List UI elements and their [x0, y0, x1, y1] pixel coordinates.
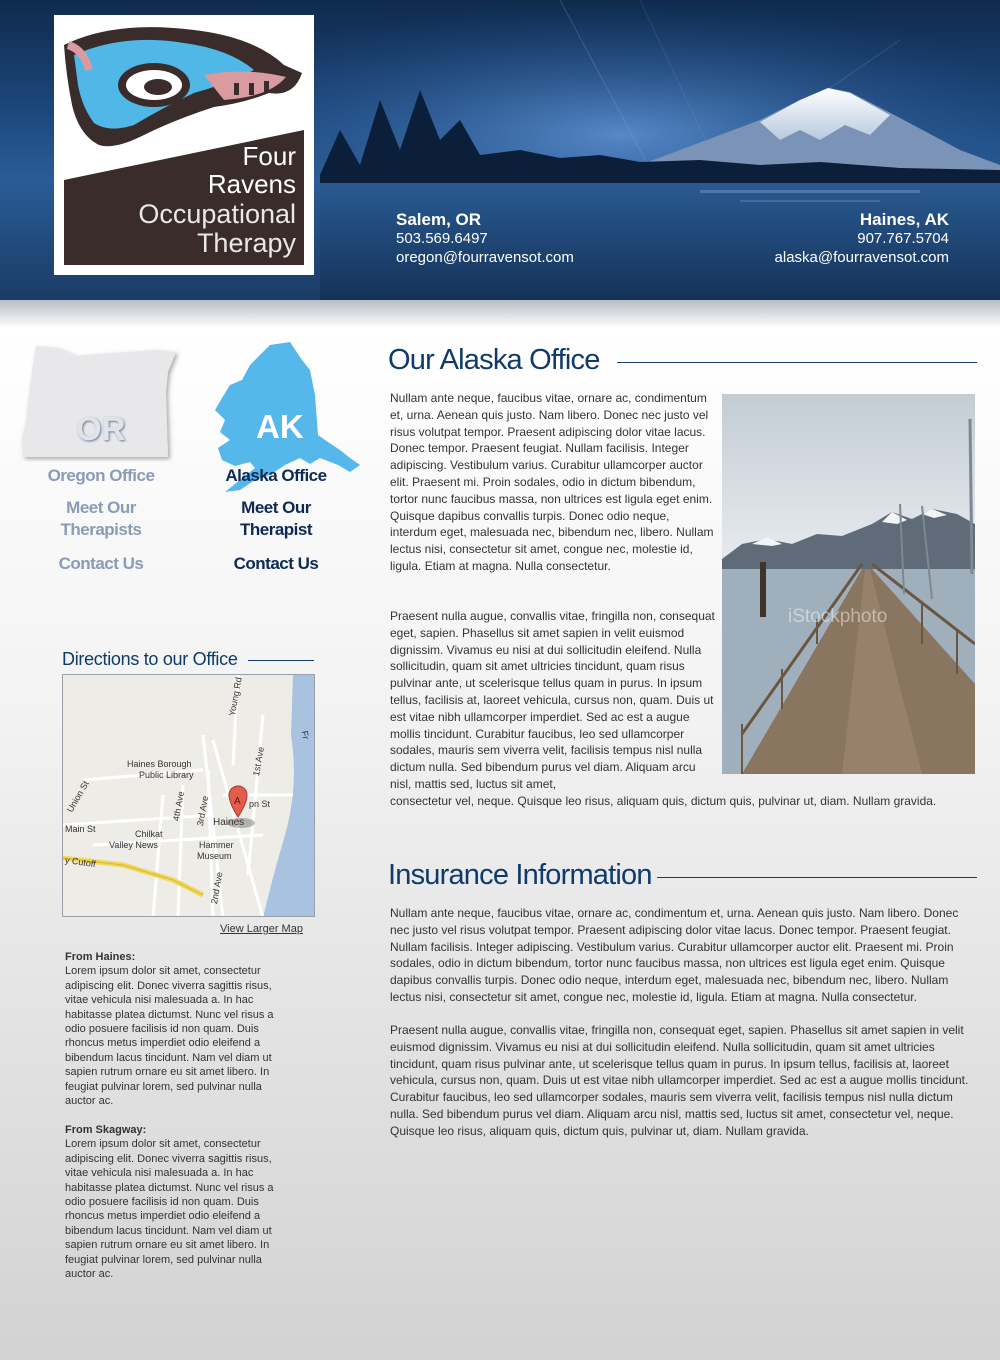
oregon-email[interactable]: oregon@fourravensot.com: [396, 248, 574, 267]
header-shadow: [0, 300, 1000, 328]
map-label-valley-news: Valley News: [109, 840, 158, 850]
alaska-office-heading: Our Alaska Office: [388, 344, 600, 376]
oregon-meet-line2: Therapists: [60, 520, 142, 539]
from-haines-directions: From Haines: Lorem ipsum dolor sit amet,…: [65, 950, 295, 1108]
alaska-office-para1: Nullam ante neque, faucibus vitae, ornar…: [390, 391, 714, 573]
map-label-main-st: Main St: [65, 824, 96, 834]
alaska-state-label: AK: [256, 408, 304, 445]
oregon-contact-info: Salem, OR 503.569.6497 oregon@fourravens…: [396, 210, 574, 267]
alaska-city: Haines, AK: [859, 210, 949, 229]
alaska-meet-line1: Meet Our: [241, 498, 311, 517]
logo-line-four: Four: [242, 141, 296, 171]
map-label-haines-borough: Haines Borough: [127, 759, 192, 769]
oregon-contact-link[interactable]: Contact Us: [30, 553, 172, 575]
oregon-office-link[interactable]: Oregon Office: [30, 465, 172, 487]
map-streets: [63, 675, 314, 916]
oregon-meet-therapists-link[interactable]: Meet Our Therapists: [30, 497, 172, 541]
oregon-state-label: OR: [76, 410, 126, 447]
from-skagway-title: From Skagway:: [65, 1124, 147, 1136]
alaska-meet-therapist-link[interactable]: Meet Our Therapist: [205, 497, 347, 541]
oregon-phone: 503.569.6497: [396, 230, 488, 247]
insurance-para1: Nullam ante neque, faucibus vitae, ornar…: [390, 906, 959, 1004]
alaska-phone: 907.767.5704: [857, 230, 949, 247]
from-haines-title: From Haines:: [65, 951, 136, 963]
logo-line-ravens: Ravens: [207, 169, 296, 199]
directions-heading: Directions to our Office: [62, 649, 238, 669]
alaska-office-heading-rule: [617, 362, 977, 363]
insurance-heading-rule: [657, 877, 977, 878]
alaska-contact-info: Haines, AK 907.767.5704 alaska@fourraven…: [775, 210, 949, 267]
alaska-office-para2-tail: consectetur vel, neque. Quisque leo risu…: [390, 794, 937, 808]
oregon-city: Salem, OR: [396, 210, 482, 229]
view-larger-map-link[interactable]: View Larger Map: [220, 923, 303, 935]
map-marker-letter: A: [234, 796, 241, 807]
directions-heading-rule: [248, 660, 314, 661]
map-label-public-library: Public Library: [139, 770, 194, 780]
map-label-museum: Museum: [197, 851, 232, 861]
insurance-para2: Praesent nulla augue, convallis vitae, f…: [390, 1023, 969, 1138]
from-skagway-text: Lorem ipsum dolor sit amet, consectetur …: [65, 1138, 274, 1281]
from-skagway-directions: From Skagway: Lorem ipsum dolor sit amet…: [65, 1123, 295, 1281]
insurance-heading: Insurance Information: [388, 859, 652, 891]
oregon-meet-line1: Meet Our: [66, 498, 136, 517]
directions-map[interactable]: Young Rd Fr Haines Borough Public Librar…: [62, 674, 315, 917]
map-label-hammer: Hammer: [199, 840, 234, 850]
from-haines-text: Lorem ipsum dolor sit amet, consectetur …: [65, 965, 274, 1108]
map-label-pn-st: pn St: [249, 799, 271, 809]
photo-watermark: iStockphoto: [788, 606, 888, 627]
pier-scene: [722, 394, 975, 774]
company-logo[interactable]: Four Ravens Occupational Therapy: [54, 15, 314, 275]
map-label-chilkat: Chilkat: [135, 829, 163, 839]
site-header: Four Ravens Occupational Therapy Salem, …: [0, 0, 1000, 300]
logo-text: Four Ravens Occupational Therapy: [138, 143, 296, 257]
alaska-contact-link[interactable]: Contact Us: [205, 553, 347, 575]
map-label-fr: Fr: [299, 729, 311, 741]
alaska-email[interactable]: alaska@fourravensot.com: [775, 248, 949, 267]
alaska-meet-line2: Therapist: [239, 520, 313, 539]
pier-photo: iStockphoto: [722, 394, 975, 774]
alaska-office-link[interactable]: Alaska Office: [205, 465, 347, 487]
map-label-haines: Haines: [213, 817, 245, 828]
logo-line-occupational: Occupational: [138, 199, 296, 229]
logo-line-therapy: Therapy: [196, 228, 296, 258]
alaska-office-para2: Praesent nulla augue, convallis vitae, f…: [390, 609, 715, 791]
